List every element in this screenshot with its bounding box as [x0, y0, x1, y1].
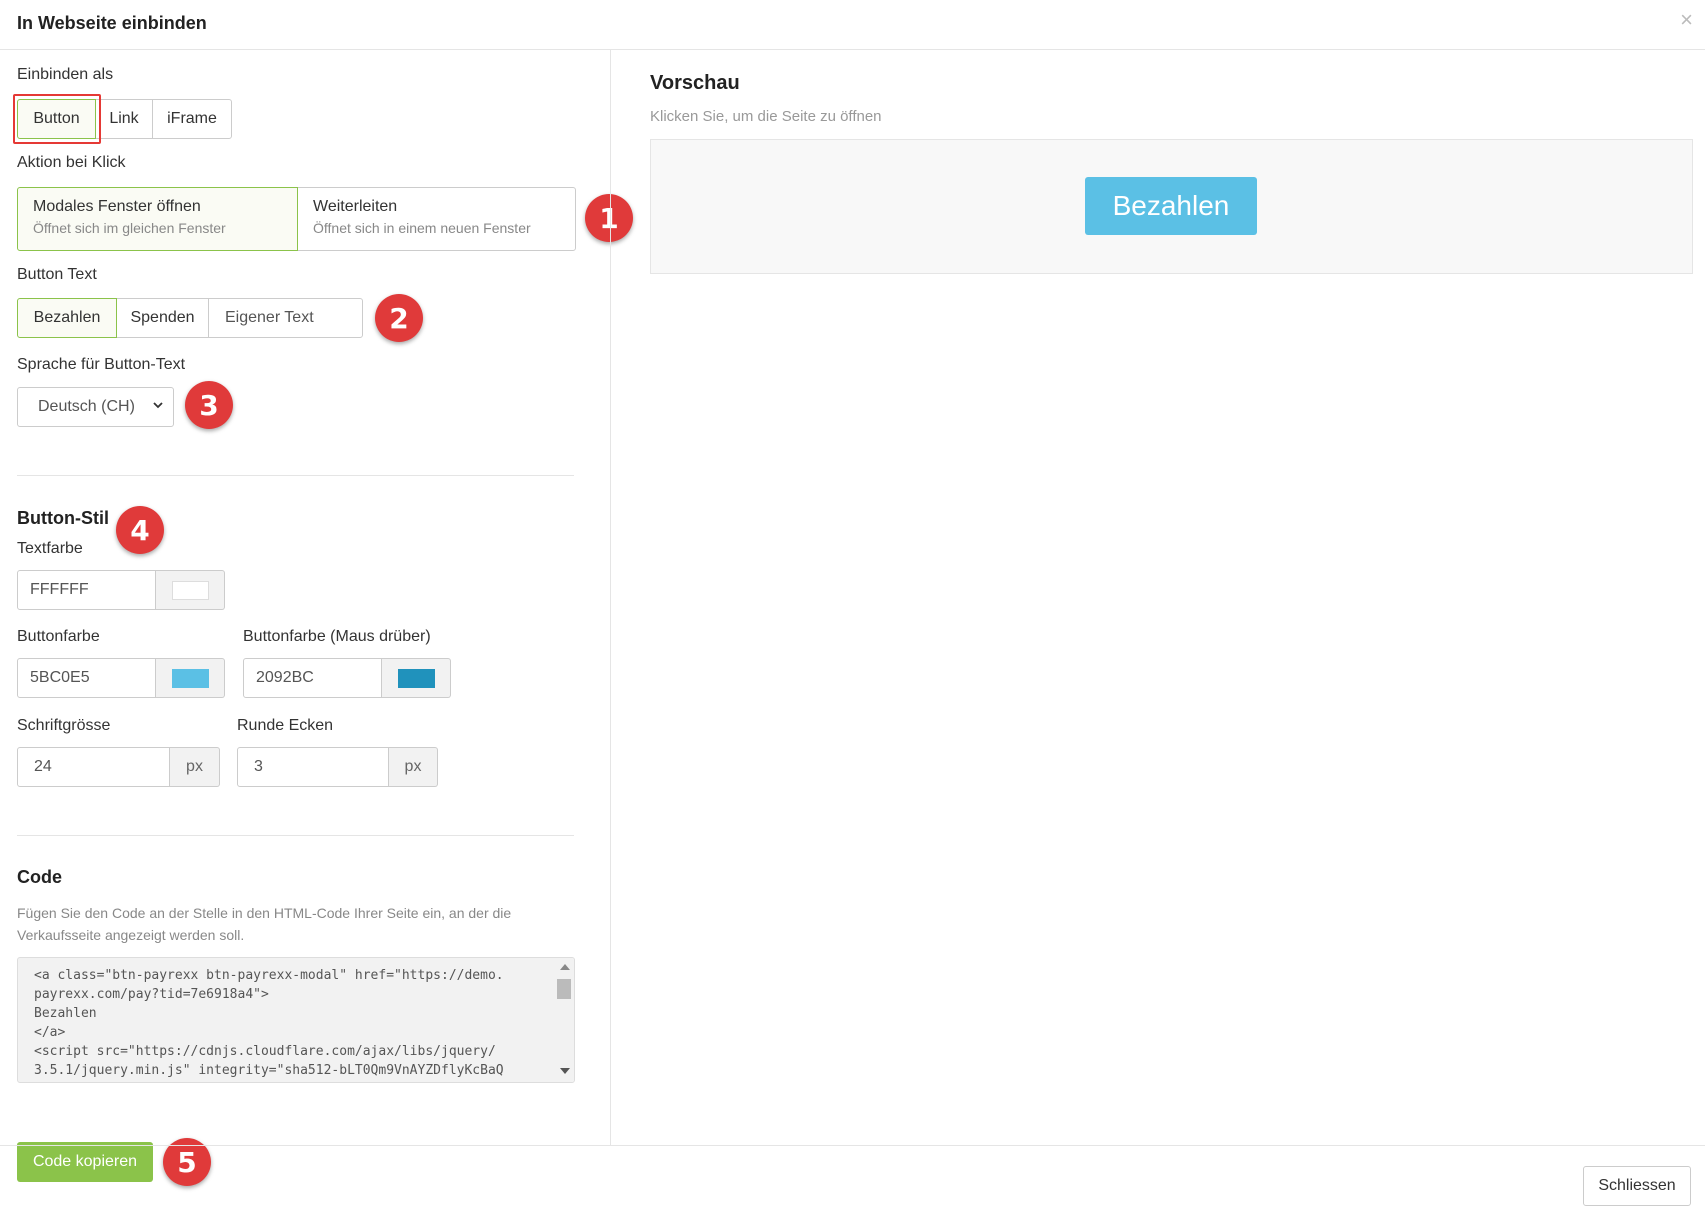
- hover-color-label: Buttonfarbe (Maus drüber): [243, 628, 431, 645]
- scroll-down-arrow-icon[interactable]: [560, 1068, 570, 1074]
- button-color-input[interactable]: 5BC0E5: [17, 658, 156, 698]
- text-color-picker[interactable]: [156, 570, 225, 610]
- code-scrollbar[interactable]: [554, 958, 574, 1082]
- annotation-badge-3: 3: [185, 381, 233, 429]
- color-swatch: [171, 668, 209, 688]
- button-text-label: Button Text: [17, 266, 97, 283]
- color-swatch: [397, 668, 435, 688]
- divider: [17, 475, 574, 476]
- radius-field: 3 px: [237, 747, 438, 787]
- language-label: Sprache für Button-Text: [17, 356, 186, 373]
- action-option-title: Weiterleiten: [313, 198, 398, 215]
- font-size-input[interactable]: 24: [17, 747, 170, 787]
- hover-color-field: 2092BC: [243, 658, 451, 698]
- annotation-badge-4: 4: [116, 506, 164, 554]
- button-text-group: Bezahlen Spenden Eigener Text: [17, 298, 363, 338]
- text-color-input[interactable]: FFFFFF: [17, 570, 156, 610]
- button-color-picker[interactable]: [156, 658, 225, 698]
- embed-option-button[interactable]: Button: [17, 99, 96, 139]
- preview-subtitle: Klicken Sie, um die Seite zu öffnen: [650, 108, 882, 125]
- radius-label: Runde Ecken: [237, 717, 334, 734]
- close-icon[interactable]: ×: [1680, 9, 1693, 31]
- embed-type-group: Button Link iFrame: [17, 99, 232, 139]
- action-option-modal[interactable]: Modales Fenster öffnen Öffnet sich im gl…: [17, 187, 298, 251]
- annotation-badge-2: 2: [375, 294, 423, 342]
- modal-header: In Webseite einbinden ×: [0, 0, 1705, 50]
- annotation-number: 3: [199, 388, 219, 422]
- language-value: Deutsch (CH): [38, 398, 135, 415]
- modal-title: In Webseite einbinden: [17, 13, 207, 33]
- button-color-label: Buttonfarbe: [17, 628, 100, 645]
- divider: [17, 835, 574, 836]
- annotation-number: 2: [389, 301, 409, 335]
- preview-area: Bezahlen: [650, 139, 1693, 274]
- preview-pay-button[interactable]: Bezahlen: [1085, 177, 1257, 235]
- button-text-option-spenden[interactable]: Spenden: [116, 298, 209, 338]
- close-button[interactable]: Schliessen: [1583, 1166, 1691, 1206]
- button-color-field: 5BC0E5: [17, 658, 225, 698]
- scroll-up-arrow-icon[interactable]: [560, 964, 570, 970]
- preview-title: Vorschau: [650, 72, 740, 94]
- chevron-down-icon: [153, 402, 163, 409]
- text-color-label: Textfarbe: [17, 540, 83, 557]
- action-option-subtitle: Öffnet sich in einem neuen Fenster: [313, 220, 531, 236]
- hover-color-picker[interactable]: [382, 658, 451, 698]
- font-size-unit: px: [170, 747, 220, 787]
- text-color-field: FFFFFF: [17, 570, 225, 610]
- embed-option-link[interactable]: Link: [95, 99, 153, 139]
- action-option-subtitle: Öffnet sich im gleichen Fenster: [33, 220, 226, 236]
- radius-unit: px: [389, 747, 438, 787]
- action-label: Aktion bei Klick: [17, 154, 126, 171]
- action-option-title: Modales Fenster öffnen: [33, 198, 201, 215]
- preview-panel: Vorschau Klicken Sie, um die Seite zu öf…: [611, 50, 1705, 1145]
- font-size-label: Schriftgrösse: [17, 717, 111, 734]
- custom-text-input[interactable]: Eigener Text: [208, 298, 363, 338]
- embed-label: Einbinden als: [17, 66, 114, 83]
- annotation-number: 4: [130, 513, 150, 547]
- font-size-field: 24 px: [17, 747, 220, 787]
- color-swatch: [171, 580, 209, 600]
- modal-footer: Schliessen: [0, 1145, 1705, 1216]
- radius-input[interactable]: 3: [237, 747, 389, 787]
- action-option-redirect[interactable]: Weiterleiten Öffnet sich in einem neuen …: [297, 187, 576, 251]
- action-group: Modales Fenster öffnen Öffnet sich im gl…: [17, 187, 576, 251]
- embed-option-iframe[interactable]: iFrame: [152, 99, 232, 139]
- button-text-option-bezahlen[interactable]: Bezahlen: [17, 298, 117, 338]
- code-help-text: Fügen Sie den Code an der Stelle in den …: [17, 905, 512, 943]
- code-content: <a class="btn-payrexx btn-payrexx-modal"…: [34, 968, 504, 1078]
- settings-panel: Einbinden als Button Link iFrame Aktion …: [0, 50, 633, 1186]
- scroll-thumb[interactable]: [557, 979, 571, 999]
- button-style-title: Button-Stil: [17, 508, 109, 528]
- code-textarea[interactable]: <a class="btn-payrexx btn-payrexx-modal"…: [17, 957, 575, 1083]
- code-title: Code: [17, 867, 62, 887]
- hover-color-input[interactable]: 2092BC: [243, 658, 382, 698]
- language-select[interactable]: Deutsch (CH): [17, 387, 174, 427]
